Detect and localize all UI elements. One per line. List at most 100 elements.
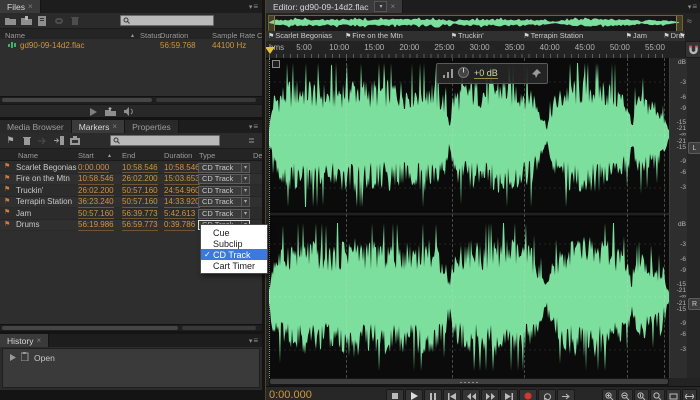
gain-knob-icon[interactable]: [458, 65, 469, 83]
playhead-icon[interactable]: [266, 47, 275, 54]
type-dropdown[interactable]: CD Track ▾: [198, 185, 250, 196]
amplitude-ruler[interactable]: dB -3 -3 -6 -6 -9 -9 -15 -15 -21 -21 -∞ dB -3 -3 -6 -6 -9…: [669, 58, 688, 378]
channel-right-button[interactable]: R: [688, 298, 700, 310]
volume-hud[interactable]: +0 dB: [436, 63, 548, 84]
delete-marker-icon[interactable]: [20, 135, 33, 146]
new-item-icon[interactable]: [36, 15, 49, 26]
column-end[interactable]: End: [122, 151, 135, 160]
chevron-down-icon[interactable]: ▾: [374, 1, 388, 12]
close-icon[interactable]: ×: [390, 2, 395, 11]
zoom-out-vertical-button[interactable]: [650, 389, 665, 400]
timeline-ruler[interactable]: hms 5:00 10:00 15:00 20:00 25:00 30:00 35:00 40…: [266, 41, 685, 59]
play-button[interactable]: [405, 389, 423, 400]
type-dropdown[interactable]: CD Track ▾: [198, 197, 250, 207]
marker-list-options-icon[interactable]: ≣: [245, 135, 258, 146]
type-dropdown[interactable]: CD Track ▾: [198, 208, 250, 219]
menu-item[interactable]: Cart Timer: [201, 260, 267, 271]
search-input[interactable]: [110, 135, 220, 146]
panel-menu-icon[interactable]: ▾ ≡: [245, 120, 262, 133]
search-input[interactable]: [120, 15, 214, 26]
speaker-icon[interactable]: [124, 103, 135, 118]
selection-handle-icon[interactable]: [272, 60, 280, 68]
close-icon[interactable]: ×: [112, 122, 117, 131]
add-marker-icon[interactable]: ⚑: [4, 135, 17, 146]
menu-item[interactable]: Cue: [201, 227, 267, 238]
close-icon[interactable]: ×: [36, 336, 41, 345]
gain-value[interactable]: +0 dB: [474, 68, 498, 79]
zoom-in-button[interactable]: [602, 389, 617, 400]
panel-menu-icon[interactable]: ▾ ≡: [684, 0, 700, 13]
tab-files[interactable]: Files ×: [0, 0, 41, 13]
marker-start[interactable]: 26:02.200: [78, 186, 114, 196]
stop-button[interactable]: [386, 389, 404, 400]
table-row[interactable]: ⚑ Terrapin Station 36:23.240 50:57.160 1…: [0, 196, 262, 208]
type-dropdown[interactable]: CD Track ▾: [198, 174, 250, 184]
marker-start[interactable]: 10:58.546: [78, 174, 114, 185]
marker-name[interactable]: Scarlet Begonias: [16, 163, 76, 173]
markers-table-header[interactable]: Name Start ▴ End Duration Type De: [0, 149, 262, 161]
marker-duration[interactable]: 0:39.786: [164, 220, 196, 231]
marker-duration[interactable]: 5:42.613: [164, 209, 196, 219]
snap-magnet-button[interactable]: [685, 41, 700, 58]
marker-duration[interactable]: 10:58.546: [164, 163, 200, 173]
marker-end[interactable]: 56:59.773: [122, 220, 158, 231]
skip-back-button[interactable]: [443, 389, 461, 400]
table-row[interactable]: ⚑ Fire on the Mtn 10:58.546 26:02.200 15…: [0, 173, 262, 185]
menu-item[interactable]: Subclip: [201, 238, 267, 249]
open-file-icon[interactable]: [4, 15, 17, 26]
marker-end[interactable]: 50:57.160: [122, 186, 158, 196]
tab-history[interactable]: History ×: [0, 334, 50, 347]
marker-name[interactable]: Truckin': [16, 186, 43, 196]
panel-menu-icon[interactable]: ▾ ≡: [245, 0, 262, 13]
column-extra[interactable]: De: [253, 151, 262, 160]
file-name[interactable]: gd90-09-14d2.flac: [20, 41, 85, 50]
navigator-options-icon[interactable]: ≈: [687, 16, 692, 26]
waveform-display[interactable]: [269, 58, 669, 378]
skip-forward-button[interactable]: [500, 389, 518, 400]
column-type[interactable]: Type: [199, 151, 215, 160]
column-start[interactable]: Start: [78, 151, 94, 160]
menu-item[interactable]: ✓ CD Track: [201, 249, 267, 260]
marker-end[interactable]: 50:57.160: [122, 197, 158, 208]
rewind-button[interactable]: [462, 389, 480, 400]
column-name[interactable]: Name: [18, 151, 38, 160]
merge-markers-icon[interactable]: [36, 135, 49, 146]
delete-icon[interactable]: [68, 15, 81, 26]
type-dropdown[interactable]: CD Track ▾: [198, 162, 250, 173]
zoom-full-button[interactable]: [682, 389, 697, 400]
marker-end[interactable]: 10:58.546: [122, 163, 158, 173]
zoom-navigator[interactable]: [268, 15, 683, 32]
panel-menu-icon[interactable]: ▾ ≡: [245, 334, 262, 347]
pause-button[interactable]: [424, 389, 442, 400]
marker-name[interactable]: Fire on the Mtn: [16, 174, 70, 184]
marker-start[interactable]: 36:23.240: [78, 197, 114, 208]
column-duration[interactable]: Duration: [164, 151, 192, 160]
marker-name[interactable]: Terrapin Station: [16, 197, 72, 207]
file-row[interactable]: gd90-09-14d2.flac 56:59.768 44100 Hz: [0, 39, 262, 51]
loop-button[interactable]: [538, 389, 556, 400]
tab-editor[interactable]: Editor: gd90-09-14d2.flac ▾ ×: [266, 0, 404, 13]
fast-forward-button[interactable]: [481, 389, 499, 400]
import-file-icon[interactable]: [20, 15, 33, 26]
link-media-icon[interactable]: [52, 15, 65, 26]
editor-hscrollbar[interactable]: [269, 378, 669, 386]
skip-to-end-button[interactable]: [557, 389, 575, 400]
marker-name[interactable]: Jam: [16, 209, 31, 219]
insert-into-multitrack-icon[interactable]: [52, 135, 65, 146]
navigator-left-handle[interactable]: [269, 16, 275, 31]
marker-start[interactable]: 0:00.000: [78, 163, 110, 173]
marker-name[interactable]: Drums: [16, 220, 40, 230]
auto-open-icon[interactable]: [105, 103, 116, 118]
table-row[interactable]: ⚑ Jam 50:57.160 56:39.773 5:42.613 CD Tr…: [0, 208, 262, 220]
zoom-in-vertical-button[interactable]: [634, 389, 649, 400]
marker-start[interactable]: 50:57.160: [78, 209, 114, 219]
channel-left-button[interactable]: L: [688, 142, 700, 154]
record-button[interactable]: [519, 389, 537, 400]
pin-hud-icon[interactable]: [532, 65, 541, 83]
play-icon[interactable]: [90, 103, 97, 118]
marker-duration[interactable]: 14:33.920: [164, 197, 200, 208]
tab-media-browser[interactable]: Media Browser: [0, 120, 72, 133]
navigator-right-handle[interactable]: [676, 16, 682, 31]
zoom-selection-button[interactable]: [666, 389, 681, 400]
markers-hscrollbar[interactable]: [0, 324, 262, 331]
